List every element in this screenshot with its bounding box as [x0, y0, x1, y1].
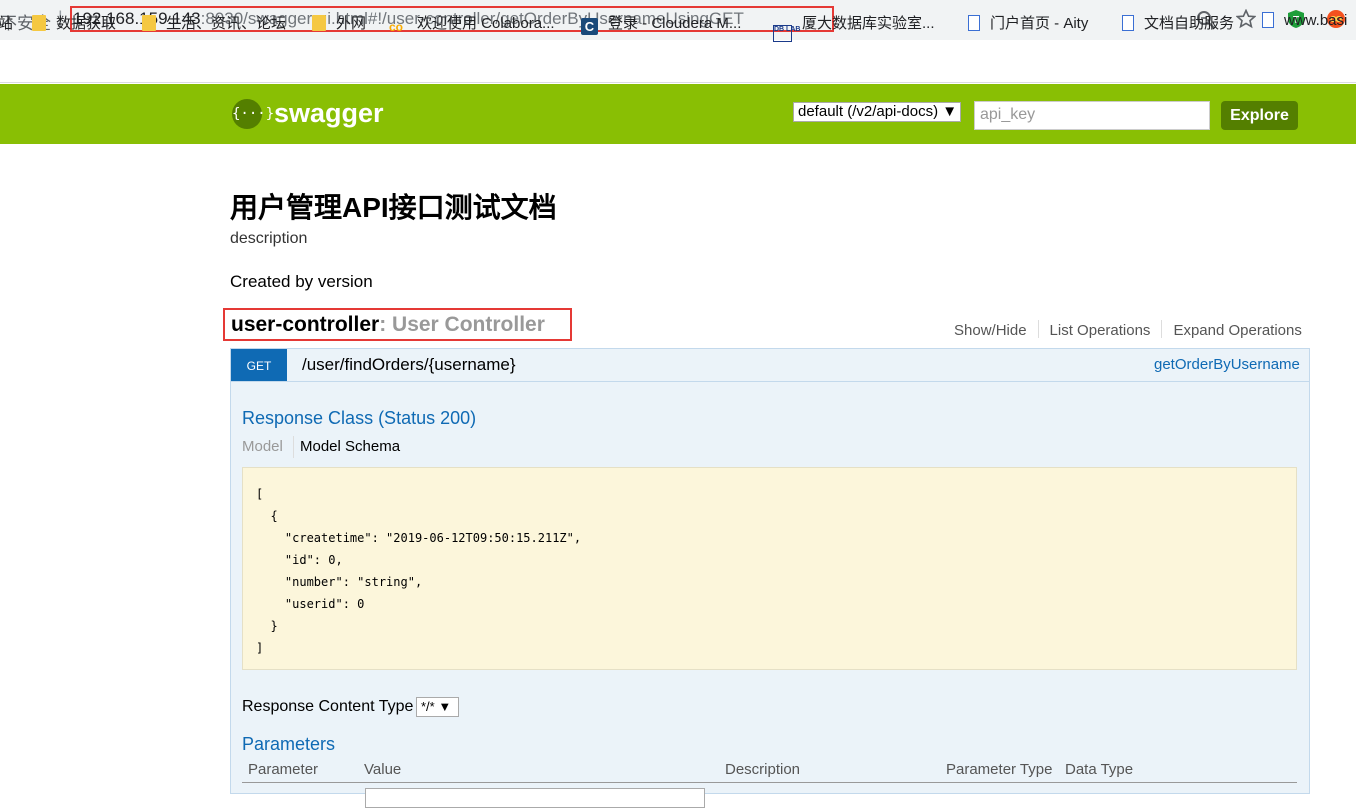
cloudera-icon: C — [581, 18, 598, 35]
bookmark-item[interactable]: C 登录 - Cloudera M... — [581, 12, 741, 35]
page-icon — [968, 15, 980, 31]
bookmark-item[interactable]: DB LAB 厦大数据库实验室... — [773, 12, 935, 42]
api-version: Created by version — [230, 272, 373, 291]
controller-name: user-controller — [231, 313, 380, 336]
bookmark-item[interactable]: 文档自助服务 — [1122, 12, 1234, 33]
bookmark-folder[interactable]: 生活、资讯、论坛 — [142, 12, 286, 33]
api-definition-select[interactable]: default (/v2/api-docs) ▼ — [793, 102, 961, 122]
dblab-icon: DB LAB — [773, 25, 800, 42]
bookmark-star-icon[interactable] — [1236, 9, 1256, 29]
bookmark-item[interactable]: 站 — [0, 12, 13, 33]
response-content-type-select[interactable]: */* ▼ — [416, 697, 459, 717]
bookmark-item[interactable]: www.basi — [1262, 12, 1347, 29]
model-schema-code: [ { "createtime": "2019-06-12T09:50:15.2… — [256, 487, 582, 655]
bookmark-folder[interactable]: 外网 — [312, 12, 366, 33]
folder-icon — [142, 15, 156, 31]
divider — [1037, 320, 1039, 338]
divider — [293, 436, 294, 458]
folder-icon — [32, 15, 46, 31]
swagger-logo-icon[interactable]: {···} — [232, 99, 274, 129]
page-icon — [1122, 15, 1134, 31]
select-arrow-icon: ▼ — [942, 103, 958, 120]
parameters-heading: Parameters — [242, 734, 336, 754]
divider — [1161, 320, 1163, 338]
param-col-data-type: Data Type — [1065, 761, 1134, 778]
http-method-badge[interactable]: GET — [231, 349, 287, 381]
param-col-parameter: Parameter — [248, 761, 319, 778]
swagger-title[interactable]: swagger — [274, 98, 384, 129]
response-class-heading: Response Class (Status 200) — [242, 408, 477, 428]
bookmark-folder[interactable]: 数据获取 — [32, 12, 116, 33]
username-value-input[interactable] — [365, 788, 705, 808]
response-content-type-label: Response Content Type — [242, 698, 414, 715]
table-header-divider — [242, 782, 1297, 783]
controller-heading[interactable]: user-controller: User Controller — [231, 313, 545, 337]
param-col-description: Description — [725, 761, 801, 778]
api-description: description — [230, 230, 308, 247]
operation-path[interactable]: /user/findOrders/{username} — [302, 355, 516, 375]
show-hide-link[interactable]: Show/Hide — [954, 322, 1027, 339]
bookmarks-bar — [0, 40, 1356, 83]
param-col-value: Value — [364, 761, 402, 778]
expand-operations-link[interactable]: Expand Operations — [1173, 322, 1301, 339]
model-schema-box[interactable]: [ { "createtime": "2019-06-12T09:50:15.2… — [242, 467, 1297, 670]
controller-actions: Show/Hide List Operations Expand Operation… — [954, 320, 1302, 339]
operation-nickname-link[interactable]: getOrderByUsername — [1154, 356, 1300, 373]
explore-button[interactable]: Explore — [1221, 101, 1298, 130]
select-arrow-icon: ▼ — [438, 699, 452, 714]
api-key-input[interactable]: api_key — [974, 101, 1210, 130]
list-operations-link[interactable]: List Operations — [1050, 322, 1151, 339]
page-title: 用户管理API接口测试文档 — [230, 192, 557, 223]
colab-icon: co — [389, 20, 404, 34]
controller-subtitle: : User Controller — [379, 313, 545, 336]
model-schema-tab[interactable]: Model Schema — [300, 438, 400, 455]
model-tab[interactable]: Model — [242, 438, 283, 455]
bookmark-item[interactable]: co 欢迎使用 Colabora... — [389, 12, 555, 36]
folder-icon — [312, 15, 326, 31]
param-col-parameter-type: Parameter Type — [946, 761, 1053, 778]
page-icon — [1262, 12, 1274, 28]
bookmark-item[interactable]: 门户首页 - Aity — [968, 12, 1088, 33]
